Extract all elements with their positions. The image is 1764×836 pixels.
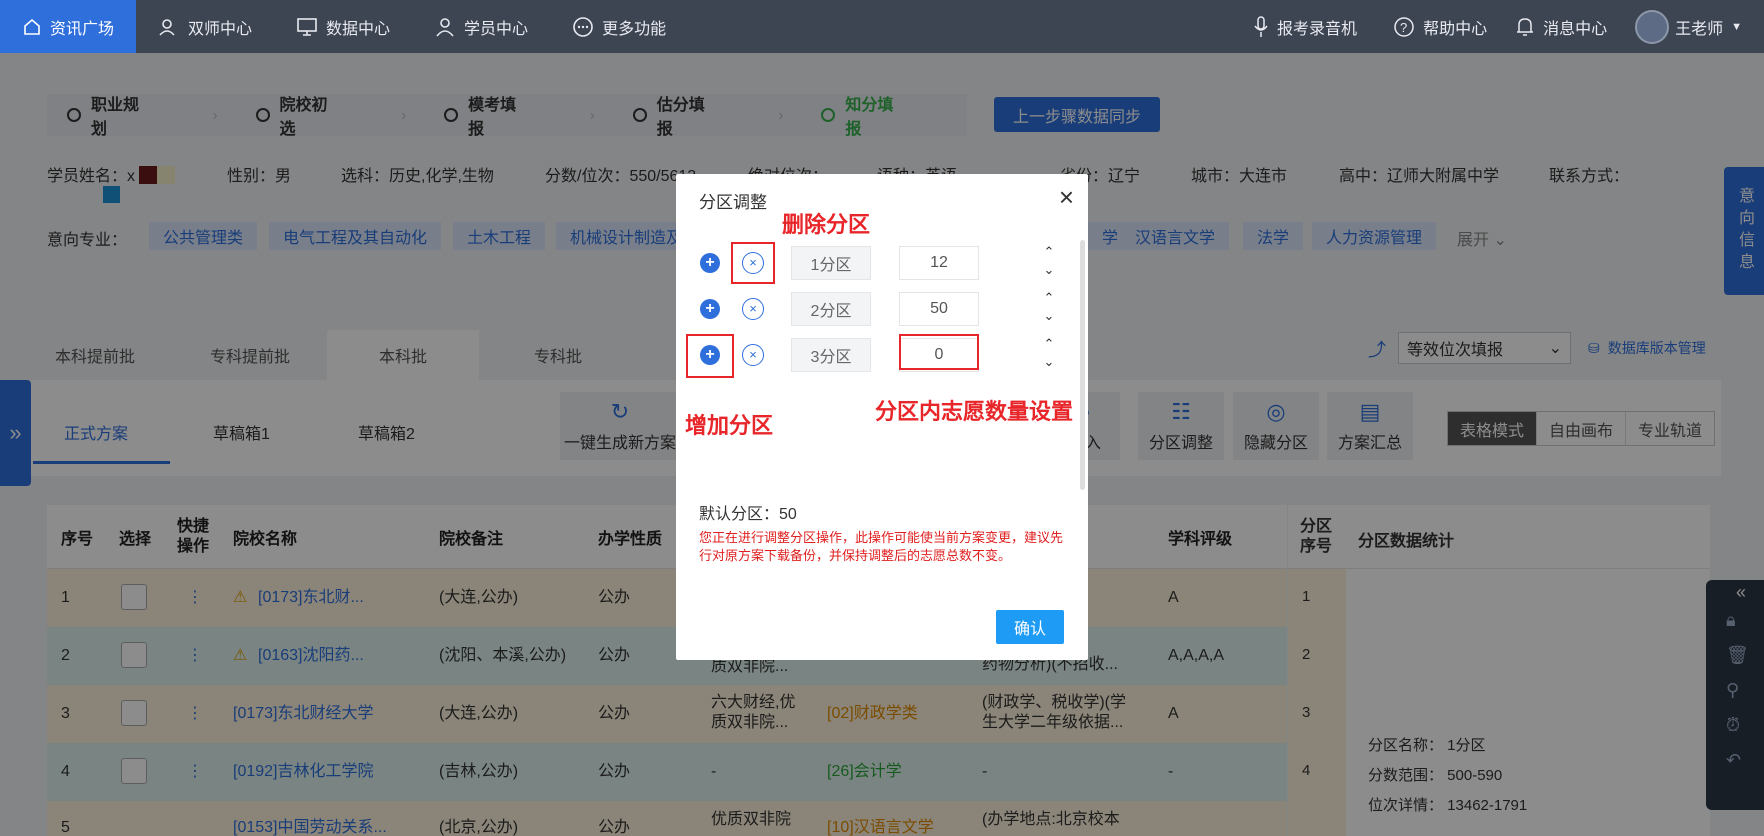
zone-row: + × 2分区 50 ⌃ ⌄: [676, 289, 1088, 329]
nav-label: 双师中心: [188, 20, 253, 38]
nav-item-dual-teacher[interactable]: 双师中心: [136, 0, 274, 53]
zone-count-input[interactable]: 50: [899, 292, 979, 326]
spinner-down-icon[interactable]: ⌄: [1042, 309, 1056, 323]
nav-label: 学员中心: [464, 20, 529, 38]
delete-zone-icon[interactable]: ×: [742, 298, 764, 320]
nav-item-news[interactable]: 资讯广场: [0, 0, 137, 53]
bell-icon: [1517, 17, 1534, 36]
spinner-up-icon[interactable]: ⌃: [1042, 245, 1056, 259]
top-nav: 资讯广场 双师中心 数据中心 学员中心 更多功能 报考录音机 ? 帮助中心 消息…: [0, 0, 1764, 53]
zone-name: 1分区: [791, 246, 871, 280]
warning-text: 您正在进行调整分区操作，此操作可能使当前方案变更，建议先行对原方案下载备份，并保…: [699, 530, 1064, 563]
close-icon[interactable]: ×: [1059, 184, 1074, 210]
spinner-down-icon[interactable]: ⌄: [1042, 355, 1056, 369]
messages-label: 消息中心: [1543, 20, 1608, 38]
add-zone-icon[interactable]: +: [700, 253, 720, 273]
zone-name: 2分区: [791, 292, 871, 326]
nav-item-students[interactable]: 学员中心: [412, 0, 550, 53]
help-icon: ?: [1394, 16, 1414, 37]
confirm-button[interactable]: 确认: [996, 610, 1064, 644]
user-icon: [436, 17, 454, 37]
recorder-button[interactable]: 报考录音机: [1231, 0, 1379, 53]
avatar: [1635, 9, 1670, 44]
spinner-down-icon[interactable]: ⌄: [1042, 263, 1056, 277]
zone-row: + × 3分区 0 ⌃ ⌄: [676, 335, 1088, 375]
annotation-count-label: 分区内志愿数量设置: [875, 399, 1074, 424]
annotation-delete-label: 删除分区: [782, 212, 871, 237]
annotation-add-label: 增加分区: [685, 413, 774, 438]
recorder-label: 报考录音机: [1277, 20, 1358, 38]
microphone-icon: [1254, 15, 1268, 37]
nav-label: 更多功能: [602, 20, 667, 38]
default-zone-text: 默认分区：50: [699, 506, 797, 523]
add-zone-icon[interactable]: +: [700, 299, 720, 319]
help-button[interactable]: ? 帮助中心: [1379, 0, 1501, 53]
svg-text:?: ?: [1400, 20, 1407, 35]
dialog-title: 分区调整: [699, 193, 767, 212]
annotation-box-add: [686, 334, 734, 378]
caret-down-icon: ▼: [1731, 20, 1742, 33]
nav-label: 资讯广场: [50, 20, 115, 38]
delete-zone-icon[interactable]: ×: [742, 344, 764, 366]
user-group-icon: [159, 18, 175, 36]
spinner-up-icon[interactable]: ⌃: [1042, 291, 1056, 305]
nav-right: 报考录音机 ? 帮助中心 消息中心 王老师 ▼: [1231, 0, 1764, 53]
more-icon: [573, 16, 593, 37]
spinner-up-icon[interactable]: ⌃: [1042, 337, 1056, 351]
user-menu[interactable]: 王老师 ▼: [1621, 0, 1764, 53]
annotation-box-delete: [731, 242, 775, 284]
help-label: 帮助中心: [1423, 20, 1488, 38]
annotation-box-count: [899, 334, 979, 370]
nav-item-data-center[interactable]: 数据中心: [274, 0, 412, 53]
nav-label: 数据中心: [326, 20, 391, 38]
zone-name: 3分区: [791, 338, 871, 372]
user-name: 王老师: [1675, 20, 1724, 38]
zone-count-input[interactable]: 12: [899, 246, 979, 280]
nav-item-more[interactable]: 更多功能: [550, 0, 688, 53]
home-icon: [24, 18, 40, 35]
monitor-icon: [297, 17, 317, 36]
dialog-scrollbar[interactable]: [1080, 240, 1085, 490]
messages-button[interactable]: 消息中心: [1501, 0, 1621, 53]
